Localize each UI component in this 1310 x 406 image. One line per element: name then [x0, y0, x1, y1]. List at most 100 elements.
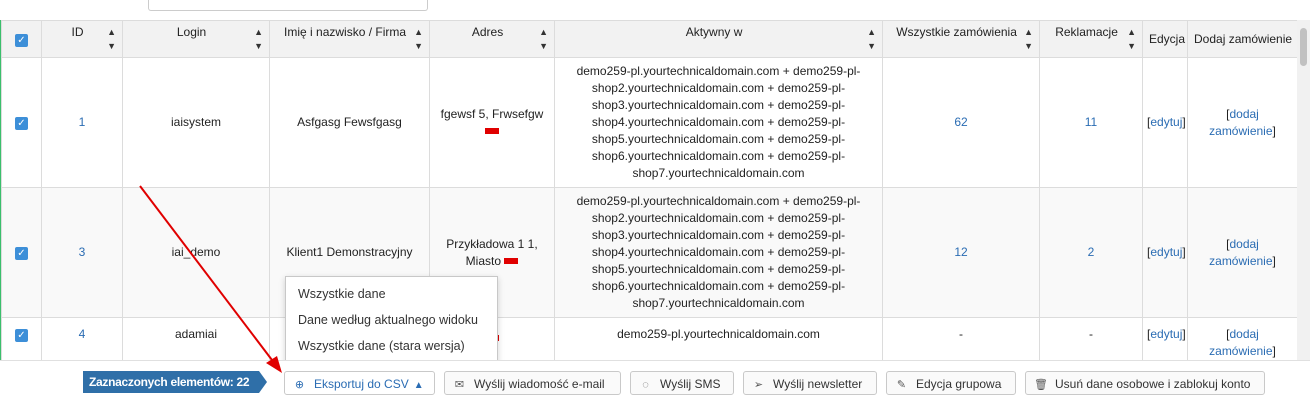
envelope-icon: ✉ — [454, 379, 465, 391]
bracket: ] — [1182, 115, 1186, 129]
edit-link[interactable]: edytuj — [1150, 327, 1182, 341]
row-select-cell[interactable]: ✓ — [1, 57, 42, 188]
send-newsletter-label: Wyślij newsletter — [773, 377, 863, 391]
group-edit-label: Edycja grupowa — [916, 377, 1002, 391]
column-header-id[interactable]: ID ▲ ▼ — [41, 20, 123, 58]
sort-icon[interactable]: ▲ ▼ — [539, 25, 548, 53]
active-line: shop4.yourtechnicaldomain.com + demo259-… — [591, 115, 846, 129]
bracket: ] — [1182, 245, 1186, 259]
table-header-row: ✓ ID ▲ ▼ Login ▲ ▼ Imię i nazwisko / Firma ▲ ▼… — [1, 20, 1298, 58]
active-line: shop7.yourtechnicaldomain.com — [632, 296, 805, 310]
send-sms-label: Wyślij SMS — [660, 377, 721, 391]
delete-personal-data-label: Usuń dane osobowe i zablokuj konto — [1055, 377, 1251, 391]
edit-cell[interactable]: [edytuj] — [1142, 187, 1188, 318]
id-link[interactable]: 1 — [79, 115, 86, 129]
add-order-link[interactable]: zamówienie — [1209, 344, 1272, 358]
column-header-active-in[interactable]: Aktywny w ▲ ▼ — [554, 20, 883, 58]
name-cell: Asfgasg Fewsfgasg — [269, 57, 430, 188]
top-link-fragment[interactable] — [460, 0, 496, 6]
login-cell: iai_demo — [122, 187, 270, 318]
active-line: shop2.yourtechnicaldomain.com + demo259-… — [591, 211, 846, 225]
address-text: fgewsf 5, Frwsefgw — [440, 106, 544, 121]
row-select-cell[interactable]: ✓ — [1, 187, 42, 318]
orders-link[interactable]: 62 — [954, 115, 967, 129]
add-order-cell[interactable]: [dodaj zamówienie] — [1187, 57, 1298, 188]
search-input[interactable] — [148, 0, 428, 11]
active-in-cell: demo259-pl.yourtechnicaldomain.com + dem… — [554, 57, 883, 188]
add-order-link[interactable]: dodaj — [1229, 237, 1258, 251]
complaints-cell[interactable]: 11 — [1039, 57, 1143, 188]
row-checkbox[interactable]: ✓ — [15, 117, 28, 130]
redaction-mark — [485, 128, 499, 135]
menu-item-current-view[interactable]: Dane według aktualnego widoku — [286, 307, 497, 333]
active-line: shop5.yourtechnicaldomain.com + demo259-… — [591, 262, 846, 276]
add-order-link[interactable]: dodaj — [1229, 327, 1258, 341]
scrollbar-thumb[interactable] — [1300, 28, 1307, 66]
menu-item-all-data-old[interactable]: Wszystkie dane (stara wersja) — [286, 333, 497, 359]
vertical-scrollbar[interactable] — [1297, 20, 1310, 360]
active-line: shop5.yourtechnicaldomain.com + demo259-… — [591, 132, 846, 146]
bracket: ] — [1272, 344, 1276, 358]
caret-up-icon: ▲ — [413, 380, 424, 391]
login-cell: iaisystem — [122, 57, 270, 188]
edit-link[interactable]: edytuj — [1150, 115, 1182, 129]
select-all-header[interactable]: ✓ — [1, 20, 42, 58]
column-header-login[interactable]: Login ▲ ▼ — [122, 20, 270, 58]
sort-icon[interactable]: ▲ ▼ — [867, 25, 876, 53]
row-checkbox[interactable]: ✓ — [15, 247, 28, 260]
id-cell[interactable]: 3 — [41, 187, 123, 318]
add-order-cell[interactable]: [dodaj zamówienie] — [1187, 187, 1298, 318]
sort-icon[interactable]: ▲ ▼ — [1024, 25, 1033, 53]
customers-table: ✓ ID ▲ ▼ Login ▲ ▼ Imię i nazwisko / Firma ▲ ▼… — [1, 20, 1298, 367]
bracket: ] — [1272, 253, 1276, 268]
edit-link[interactable]: edytuj — [1150, 245, 1182, 259]
download-icon: ⊕ — [294, 379, 305, 391]
bracket: ] — [1182, 327, 1186, 341]
complaints-link[interactable]: 11 — [1085, 115, 1097, 129]
active-line: shop6.yourtechnicaldomain.com + demo259-… — [591, 279, 846, 293]
sort-icon[interactable]: ▲ ▼ — [1127, 25, 1136, 53]
top-toolbar-strip — [0, 0, 1310, 20]
delete-personal-data-button[interactable]: 🗑 Usuń dane osobowe i zablokuj konto — [1025, 371, 1265, 395]
group-edit-button[interactable]: ✎ Edycja grupowa — [886, 371, 1016, 395]
menu-item-all-data[interactable]: Wszystkie dane — [286, 281, 497, 307]
bracket: ] — [1272, 123, 1276, 138]
sort-icon[interactable]: ▲ ▼ — [414, 25, 423, 53]
export-csv-button[interactable]: ⊕ Eksportuj do CSV ▲ — [284, 371, 435, 395]
column-header-complaints[interactable]: Reklamacje ▲ ▼ — [1039, 20, 1143, 58]
send-email-label: Wyślij wiadomość e-mail — [474, 377, 605, 391]
active-line: shop6.yourtechnicaldomain.com + demo259-… — [591, 149, 846, 163]
id-cell[interactable]: 1 — [41, 57, 123, 188]
address-text: Przykładowa 1 1, — [446, 236, 538, 251]
add-order-link[interactable]: zamówienie — [1209, 254, 1272, 268]
orders-cell[interactable]: 12 — [882, 187, 1040, 318]
sort-icon[interactable]: ▲ ▼ — [254, 25, 263, 53]
complaints-cell[interactable]: 2 — [1039, 187, 1143, 318]
active-line: demo259-pl.yourtechnicaldomain.com + dem… — [576, 194, 861, 208]
orders-link[interactable]: 12 — [954, 245, 967, 259]
send-newsletter-button[interactable]: ➢ Wyślij newsletter — [743, 371, 877, 395]
orders-cell[interactable]: 62 — [882, 57, 1040, 188]
column-header-all-orders[interactable]: Wszystkie zamówienia ▲ ▼ — [882, 20, 1040, 58]
select-all-checkbox[interactable]: ✓ — [15, 33, 28, 47]
complaints-link[interactable]: 2 — [1088, 245, 1095, 259]
id-link[interactable]: 4 — [79, 327, 86, 341]
add-order-link[interactable]: dodaj — [1229, 107, 1258, 121]
address-text: Miasto — [465, 253, 501, 268]
column-header-address[interactable]: Adres ▲ ▼ — [429, 20, 555, 58]
selected-count-badge: Zaznaczonych elementów: 22 — [83, 371, 268, 393]
column-header-name[interactable]: Imię i nazwisko / Firma ▲ ▼ — [269, 20, 430, 58]
active-line: shop4.yourtechnicaldomain.com + demo259-… — [591, 245, 846, 259]
export-csv-label: Eksportuj do CSV — [314, 377, 409, 391]
export-dropdown-menu: Wszystkie dane Dane według aktualnego wi… — [285, 276, 498, 370]
id-link[interactable]: 3 — [79, 245, 86, 259]
sort-icon[interactable]: ▲ ▼ — [107, 25, 116, 53]
edit-cell[interactable]: [edytuj] — [1142, 57, 1188, 188]
table-row: ✓ 3 iai_demo Klient1 Demonstracyjny Przy… — [1, 187, 1298, 318]
send-email-button[interactable]: ✉ Wyślij wiadomość e-mail — [444, 371, 621, 395]
send-sms-button[interactable]: ◌ Wyślij SMS — [630, 371, 734, 395]
add-order-link[interactable]: zamówienie — [1209, 124, 1272, 138]
row-checkbox[interactable]: ✓ — [15, 329, 28, 342]
active-line: shop7.yourtechnicaldomain.com — [632, 166, 805, 180]
paper-plane-icon: ➢ — [753, 379, 764, 391]
